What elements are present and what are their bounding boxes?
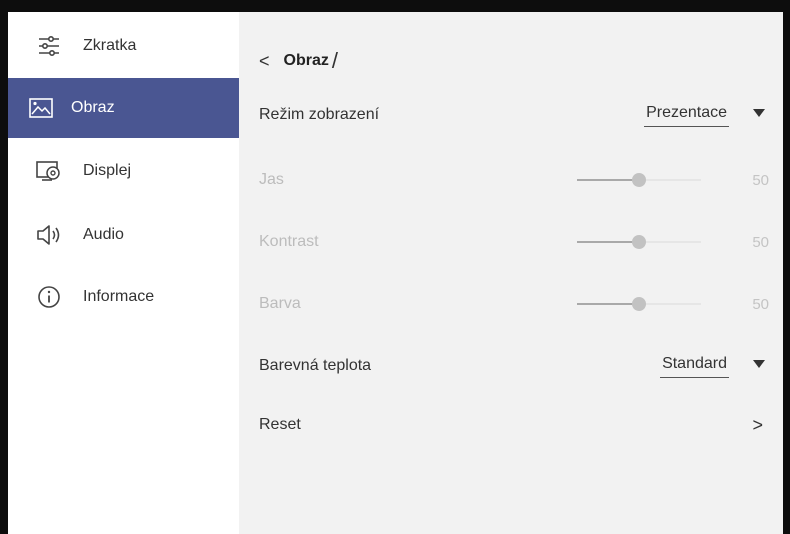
reset-row[interactable]: Reset > — [259, 410, 769, 440]
breadcrumb: < Obraz / — [259, 48, 338, 73]
info-icon — [36, 284, 62, 310]
sidebar-item-audio[interactable]: Audio — [8, 205, 239, 265]
slider-thumb[interactable] — [632, 235, 646, 249]
brightness-label: Jas — [259, 171, 284, 188]
brightness-slider[interactable] — [577, 173, 701, 187]
color-temperature-row: Barevná teplota Standard — [259, 351, 769, 381]
sidebar-item-displej[interactable]: Displej — [8, 141, 239, 201]
display-mode-row: Režim zobrazení Prezentace — [259, 100, 769, 130]
slider-thumb[interactable] — [632, 297, 646, 311]
sidebar-item-zkratka[interactable]: Zkratka — [8, 16, 239, 76]
reset-label: Reset — [259, 416, 301, 433]
display-settings-icon — [36, 158, 62, 184]
sliders-icon — [36, 33, 62, 59]
color-temperature-select[interactable]: Standard — [660, 351, 729, 378]
display-mode-select[interactable]: Prezentace — [644, 100, 729, 127]
dropdown-arrow-icon[interactable] — [753, 360, 765, 368]
slider-thumb[interactable] — [632, 173, 646, 187]
breadcrumb-separator: / — [331, 48, 338, 73]
brightness-row: Jas 50 — [259, 165, 769, 195]
slider-fill — [577, 241, 639, 243]
display-mode-label: Režim zobrazení — [259, 106, 380, 123]
contrast-slider[interactable] — [577, 235, 701, 249]
image-icon — [28, 95, 54, 121]
color-slider[interactable] — [577, 297, 701, 311]
sidebar-item-label: Displej — [83, 162, 132, 179]
sidebar-item-label: Obraz — [71, 99, 115, 116]
back-icon[interactable]: < — [259, 51, 270, 72]
slider-fill — [577, 303, 639, 305]
sidebar-item-informace[interactable]: Informace — [8, 267, 239, 327]
sidebar: Zkratka Obraz Displej Audio Informace — [8, 12, 239, 534]
color-temperature-label: Barevná teplota — [259, 357, 372, 374]
sidebar-item-label: Audio — [83, 226, 124, 243]
contrast-row: Kontrast 50 — [259, 227, 769, 257]
sidebar-item-label: Zkratka — [83, 37, 137, 54]
chevron-right-icon[interactable]: > — [752, 415, 763, 436]
page-title: Obraz — [283, 52, 329, 69]
contrast-label: Kontrast — [259, 233, 319, 250]
contrast-value: 50 — [752, 233, 769, 251]
speaker-icon — [36, 222, 62, 248]
color-label: Barva — [259, 295, 301, 312]
settings-panel: < Obraz / Režim zobrazení Prezentace Jas… — [239, 12, 783, 534]
brightness-value: 50 — [752, 171, 769, 189]
color-row: Barva 50 — [259, 289, 769, 319]
dropdown-arrow-icon[interactable] — [753, 109, 765, 117]
slider-fill — [577, 179, 639, 181]
sidebar-item-obraz[interactable]: Obraz — [8, 78, 239, 138]
sidebar-item-label: Informace — [83, 288, 155, 305]
color-value: 50 — [752, 295, 769, 313]
